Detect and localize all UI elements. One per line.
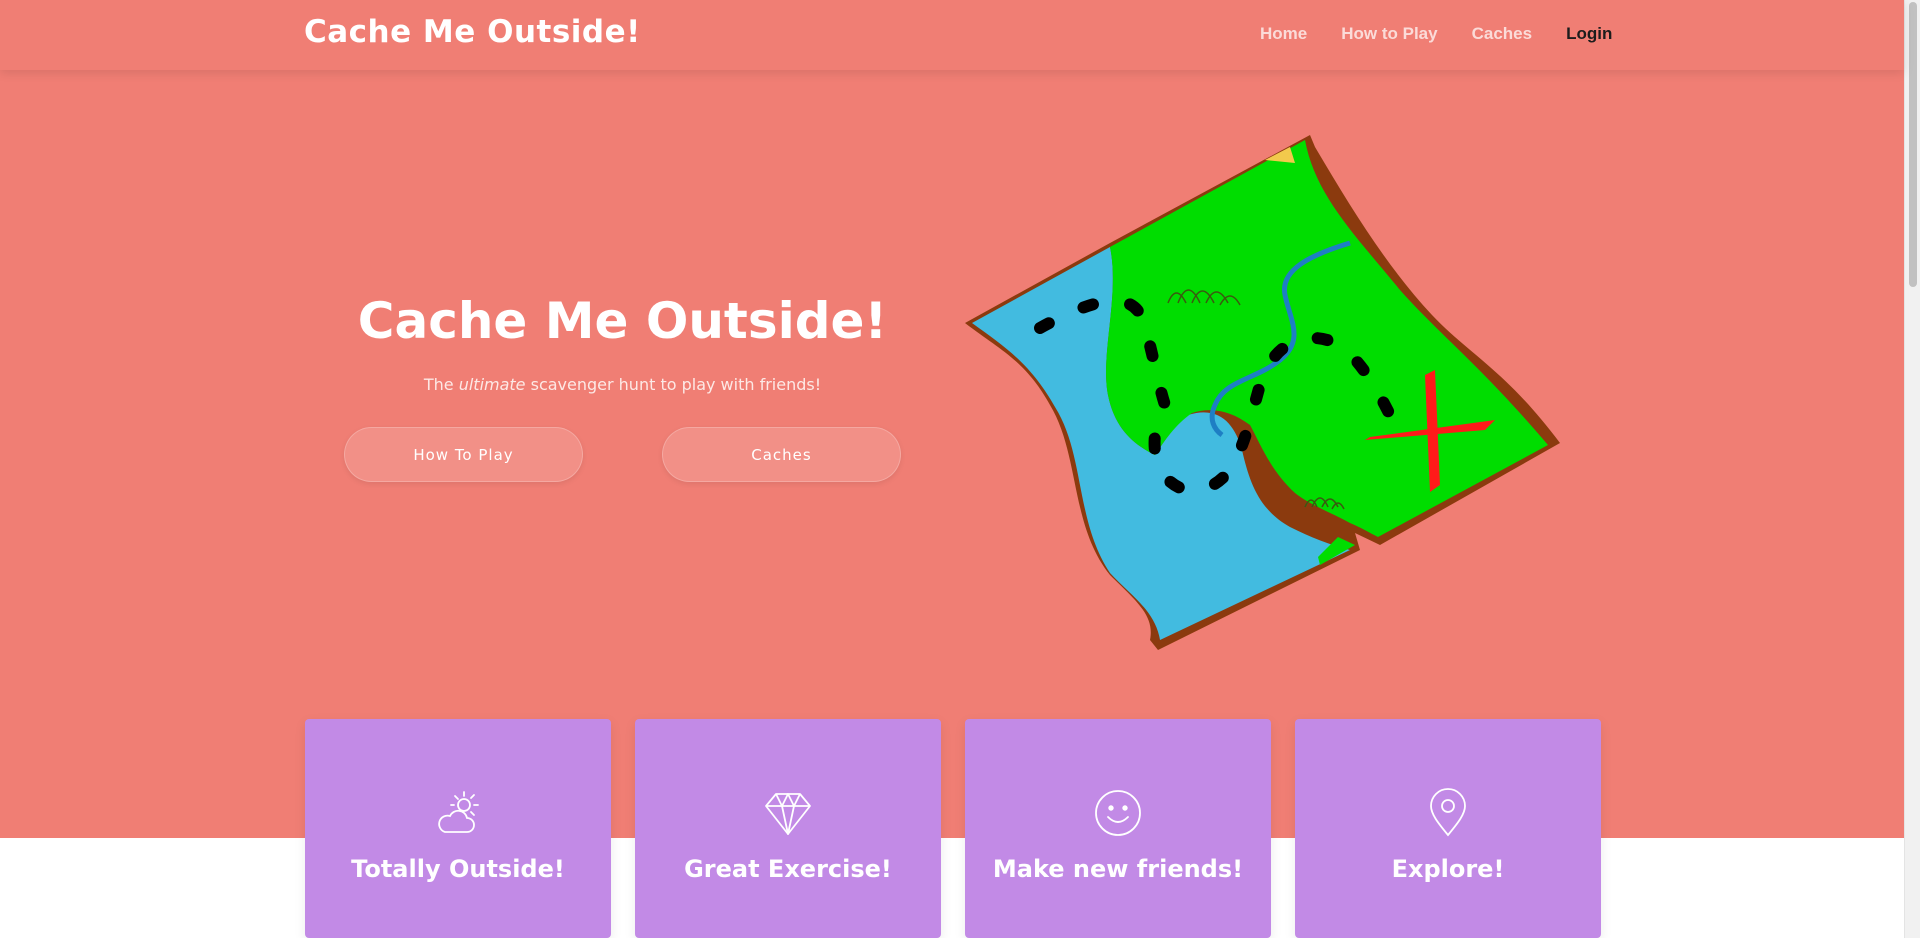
scrollbar-thumb[interactable]	[1909, 2, 1917, 287]
nav-link-how-to-play[interactable]: How to Play	[1341, 24, 1437, 44]
hero-subtitle: The ultimate scavenger hunt to play with…	[310, 375, 935, 394]
feature-card-explore: Explore!	[1295, 719, 1601, 938]
nav-link-caches[interactable]: Caches	[1472, 24, 1532, 44]
smiley-icon	[1095, 790, 1141, 836]
feature-title: Make new friends!	[992, 855, 1244, 883]
how-to-play-button[interactable]: How To Play	[344, 427, 583, 482]
feature-title: Great Exercise!	[684, 855, 892, 883]
feature-card-outside: Totally Outside!	[305, 719, 611, 938]
page-scrollbar[interactable]	[1904, 0, 1920, 938]
nav-link-login[interactable]: Login	[1566, 24, 1612, 44]
hero-subtitle-emphasis: ultimate	[458, 375, 526, 394]
treasure-map-illustration	[965, 135, 1560, 650]
sun-cloud-icon	[438, 791, 479, 833]
location-pin-icon	[1430, 788, 1466, 837]
feature-title: Totally Outside!	[351, 855, 565, 883]
hero-section: Cache Me Outside! The ultimate scavenger…	[0, 0, 1904, 838]
nav-link-home[interactable]: Home	[1260, 24, 1307, 44]
hero-title: Cache Me Outside!	[357, 292, 888, 350]
caches-button[interactable]: Caches	[662, 427, 901, 482]
feature-title: Explore!	[1391, 855, 1505, 883]
feature-card-friends: Make new friends!	[965, 719, 1271, 938]
feature-card-exercise: Great Exercise!	[635, 719, 941, 938]
nav-links: Home How to Play Caches Login	[1260, 24, 1612, 44]
navbar: Cache Me Outside! Home How to Play Cache…	[0, 0, 1904, 70]
hero-subtitle-suffix: scavenger hunt to play with friends!	[525, 375, 822, 394]
diamond-icon	[765, 793, 811, 835]
brand-logo[interactable]: Cache Me Outside!	[304, 14, 641, 50]
hero-subtitle-prefix: The	[423, 375, 459, 394]
